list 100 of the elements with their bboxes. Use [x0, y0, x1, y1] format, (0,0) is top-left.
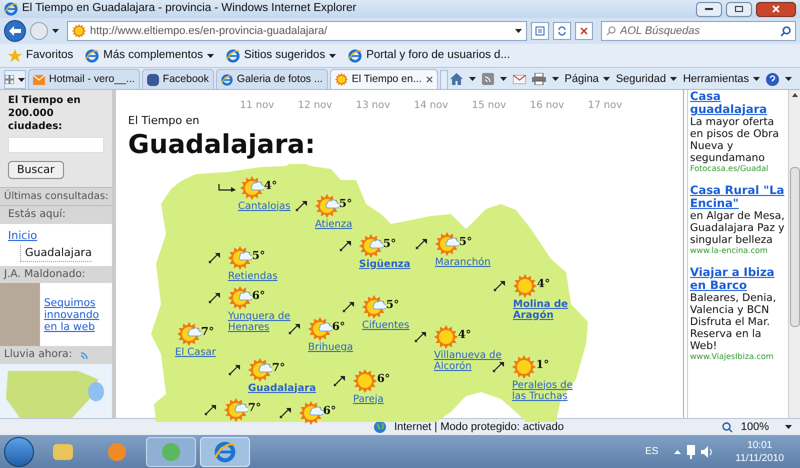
- page-subtitle: El Tiempo en: [128, 113, 200, 129]
- town-link[interactable]: El Casar: [175, 346, 216, 358]
- minimize-button[interactable]: [696, 2, 722, 16]
- forecast-date: 14 nov: [412, 99, 450, 112]
- close-icon: [580, 27, 588, 35]
- section-header: Últimas consultadas:: [0, 188, 112, 206]
- address-field[interactable]: http://www.eltiempo.es/en-provincia-guadalajara/: [67, 21, 527, 41]
- ad-url: www.ViajesIbiza.com: [690, 352, 775, 362]
- town-link[interactable]: Cifuentes: [362, 320, 410, 330]
- temperature: 1°: [536, 356, 550, 372]
- temperature: 4°: [264, 178, 278, 194]
- print-icon[interactable]: [532, 73, 546, 85]
- close-button[interactable]: [756, 2, 796, 16]
- search-title: El Tiempo en 200.000 ciudades:: [8, 94, 82, 133]
- town-link[interactable]: Molina de Aragón: [513, 298, 591, 320]
- scroll-up-arrow-icon[interactable]: [792, 93, 798, 97]
- temperature: 6°: [252, 288, 266, 304]
- browser-tab[interactable]: El Tiempo en...: [330, 69, 438, 89]
- favorites-link[interactable]: Sitios sugeridos: [244, 46, 326, 64]
- home-icon[interactable]: [450, 73, 463, 85]
- caret-icon: [500, 77, 507, 81]
- breadcrumb-link[interactable]: Inicio: [8, 228, 38, 244]
- browser-e-icon: [214, 440, 236, 462]
- caret-icon: [552, 77, 559, 81]
- town-link[interactable]: Brihuega: [308, 342, 354, 352]
- browser-tab[interactable]: Galeria de fotos ...: [216, 69, 328, 89]
- ad-title-link[interactable]: Casa Rural "La Encina": [690, 184, 786, 210]
- forecast-date: 12 nov: [296, 99, 334, 112]
- command-menu[interactable]: Herramientas: [682, 70, 760, 88]
- ad-title-link[interactable]: Casa guadalajara: [690, 90, 786, 116]
- temperature: 6°: [377, 370, 390, 386]
- site-sun-icon: [334, 73, 348, 86]
- temperature: 5°: [383, 236, 396, 252]
- search-icon: [780, 26, 791, 36]
- town-link[interactable]: Retiendas: [228, 270, 278, 282]
- zoom-level[interactable]: 100%: [740, 418, 792, 436]
- ad-url: Fotocasa.es/Guadal: [690, 164, 770, 174]
- forecast-date: 13 nov: [354, 99, 392, 112]
- town-link[interactable]: Villanueva de Alcorón: [434, 350, 512, 372]
- caret-icon: [785, 425, 792, 429]
- town-link[interactable]: Guadalajara: [248, 382, 316, 394]
- clock-time: 10:01: [747, 438, 772, 452]
- temperature: 7°: [201, 324, 214, 340]
- caret-icon: [468, 77, 476, 81]
- city-search-field[interactable]: [8, 137, 104, 153]
- town-link[interactable]: Sigüenza: [359, 258, 410, 270]
- section-header: Lluvia ahora:: [4, 347, 72, 362]
- ad-text: en Algar de Mesa, Guadalajara Paz y singular belleza: [690, 210, 786, 246]
- caret-icon: [670, 77, 677, 81]
- town-link[interactable]: Cantalojas: [238, 200, 291, 212]
- start-button[interactable]: [4, 436, 34, 466]
- temperature: 5°: [339, 196, 352, 212]
- star-icon: [8, 48, 22, 62]
- refresh-button[interactable]: [553, 22, 571, 40]
- section-header: Estás aquí:: [0, 206, 112, 224]
- browser-tab[interactable]: Hotmail - vero__...: [28, 69, 140, 89]
- rss-icon[interactable]: [482, 73, 494, 85]
- compatibility-button[interactable]: [531, 22, 549, 40]
- close-tab-icon[interactable]: [426, 76, 433, 83]
- browser-e-icon: [348, 48, 362, 62]
- favorites-link[interactable]: Más complementos: [103, 46, 204, 64]
- town-link[interactable]: Maranchón: [435, 256, 491, 268]
- restore-button[interactable]: [726, 2, 752, 16]
- caret-icon: [18, 78, 25, 82]
- page-heading: Guadalajara:: [128, 130, 316, 160]
- ad-url: www.la-encina.com: [690, 246, 769, 256]
- close-icon: [772, 5, 780, 13]
- favorites-link[interactable]: Favoritos: [26, 46, 74, 64]
- favorites-link[interactable]: Portal y foro de usuarios d...: [366, 46, 510, 64]
- search-icon: [606, 26, 616, 36]
- tray-expand-icon[interactable]: [674, 450, 682, 454]
- browser-e-icon: [85, 48, 100, 62]
- town-link[interactable]: Yunquera de Henares: [228, 310, 306, 332]
- scrollbar[interactable]: [788, 90, 800, 418]
- section-header: J.A. Maldonado:: [0, 266, 112, 283]
- stop-button[interactable]: [575, 22, 593, 40]
- search-button[interactable]: Buscar: [8, 161, 64, 179]
- mail-icon[interactable]: [512, 74, 526, 84]
- command-menu[interactable]: Página: [564, 70, 610, 88]
- site-sun-icon: [72, 24, 86, 38]
- caret-icon: [207, 54, 214, 58]
- caret-icon: [785, 77, 792, 81]
- feed-icon: [80, 350, 90, 360]
- town-link[interactable]: Pareja: [353, 394, 384, 404]
- network-icon[interactable]: [685, 444, 698, 458]
- ad-title-link[interactable]: Viajar a Ibiza en Barco: [690, 266, 786, 292]
- quick-tabs-button[interactable]: [4, 70, 26, 89]
- back-arrow-icon: [9, 26, 21, 36]
- forecast-date: 15 nov: [470, 99, 508, 112]
- refresh-icon: [557, 26, 567, 36]
- browser-tab[interactable]: Facebook: [142, 69, 214, 89]
- back-button[interactable]: [4, 20, 26, 42]
- ad-text: Baleares, Denia, Valencia y BCN Disfruta el Mar. Reserva en la Web!: [690, 292, 778, 352]
- town-link[interactable]: Atienza: [315, 218, 352, 230]
- scrollbar-thumb[interactable]: [790, 167, 800, 327]
- caret-icon: [602, 77, 610, 81]
- command-menu[interactable]: Seguridad: [616, 70, 677, 88]
- taskbar-button[interactable]: [200, 436, 250, 466]
- caret-icon: [329, 54, 336, 58]
- help-icon[interactable]: [766, 72, 779, 86]
